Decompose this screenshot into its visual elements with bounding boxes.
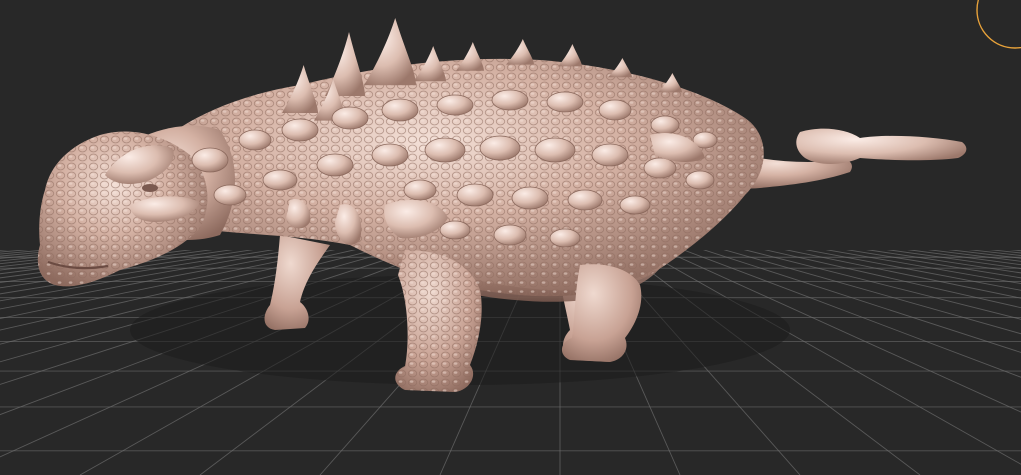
osteoderm-plate <box>493 224 527 246</box>
osteoderm-plate <box>685 170 715 190</box>
grid-line <box>839 234 1021 256</box>
osteoderm-plate <box>598 99 632 121</box>
osteoderm-plate <box>262 169 298 191</box>
osteoderm-plate <box>511 186 549 210</box>
osteoderm-plate <box>567 189 603 211</box>
osteoderm-plate <box>436 94 474 116</box>
osteoderm-plate <box>403 179 437 201</box>
osteoderm-plate <box>316 153 354 177</box>
grid-line <box>825 234 1021 259</box>
grid-line <box>853 234 1021 254</box>
grid-line <box>895 234 1021 248</box>
osteoderm-plate <box>650 115 680 135</box>
grid-line <box>783 234 1021 269</box>
3d-viewport[interactable] <box>0 0 1021 475</box>
grid-line <box>713 234 1021 299</box>
osteoderm-plate <box>281 118 319 142</box>
viewport-canvas[interactable] <box>0 0 1021 475</box>
osteoderm-plate <box>549 228 581 248</box>
osteoderm-plate <box>191 147 229 173</box>
osteoderm-plate <box>456 183 494 207</box>
grid-line <box>965 234 1021 240</box>
grid-line <box>909 234 1021 246</box>
osteoderm-plate <box>331 106 369 130</box>
grid-line <box>797 234 1021 266</box>
eye <box>142 184 158 192</box>
osteoderm-plate <box>479 135 521 161</box>
osteoderm-plate <box>381 98 419 122</box>
osteoderm-plate <box>546 91 584 113</box>
osteoderm-plate <box>371 143 409 167</box>
osteoderm-plate <box>591 143 629 167</box>
osteoderm-plate <box>643 157 677 179</box>
osteoderm-plate <box>238 129 272 151</box>
osteoderm-plate <box>534 137 576 163</box>
grid-line <box>979 234 1021 239</box>
grid-line <box>881 234 1021 250</box>
osteoderm-plate <box>424 137 466 163</box>
osteoderm-plate <box>491 89 529 111</box>
osteoderm-plate <box>439 220 471 240</box>
osteoderm-plate <box>213 184 247 206</box>
osteoderm-plate <box>619 195 651 215</box>
